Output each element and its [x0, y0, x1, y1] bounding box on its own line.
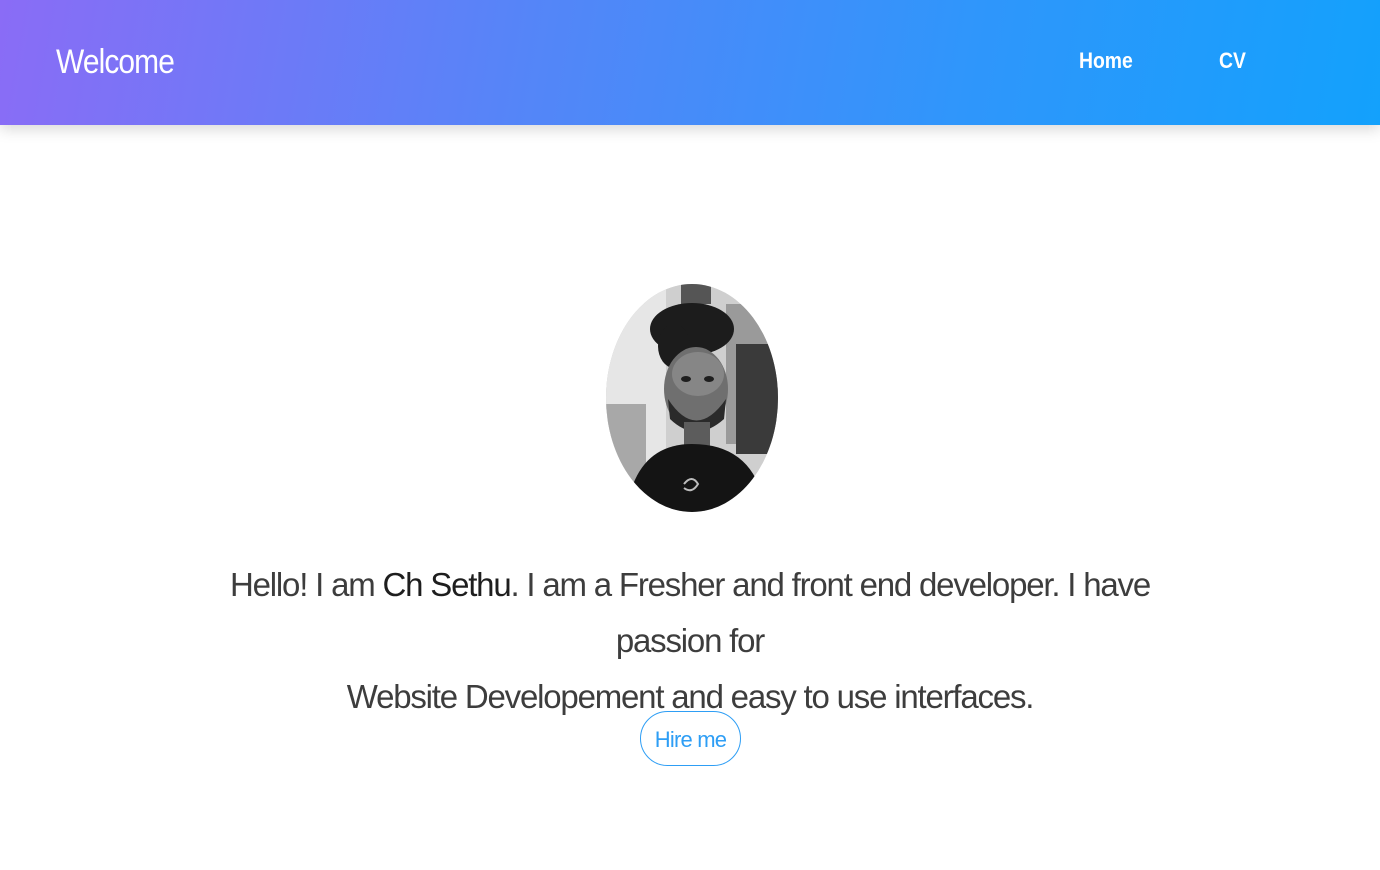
- intro-name: Ch Sethu: [382, 566, 512, 603]
- intro-text: Hello! I am Ch Sethu. I am a Fresher and…: [190, 557, 1190, 725]
- intro-line1-rest: . I am a Fresher and front end developer…: [510, 566, 1152, 659]
- profile-photo-image: [606, 284, 778, 512]
- intro-prefix: Hello! I am: [230, 566, 383, 603]
- nav-link-home[interactable]: Home: [1079, 46, 1133, 76]
- top-navbar: Welcome Home CV: [0, 0, 1380, 125]
- hire-me-button[interactable]: Hire me: [640, 711, 741, 766]
- hero-section: Hello! I am Ch Sethu. I am a Fresher and…: [0, 125, 1380, 870]
- intro-line2: Website Developement and easy to use int…: [346, 678, 1035, 715]
- brand-title[interactable]: Welcome: [56, 40, 175, 84]
- avatar: [606, 284, 778, 512]
- nav-link-cv[interactable]: CV: [1219, 46, 1246, 76]
